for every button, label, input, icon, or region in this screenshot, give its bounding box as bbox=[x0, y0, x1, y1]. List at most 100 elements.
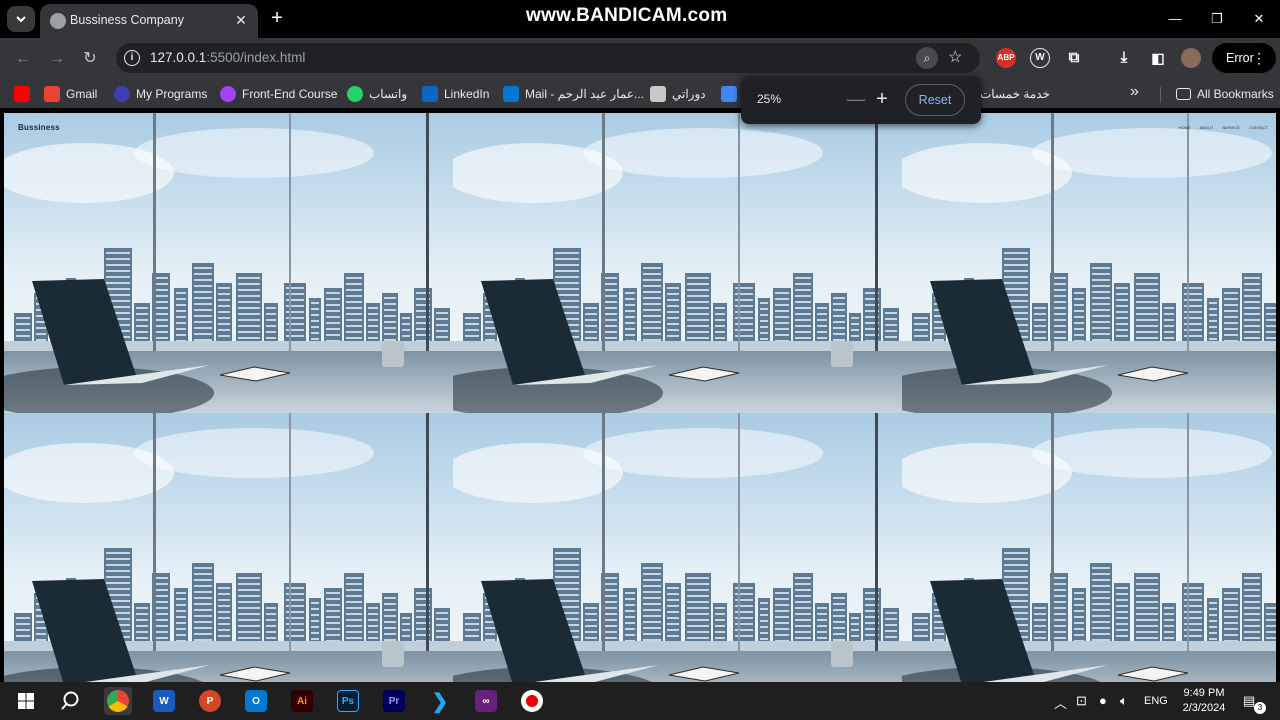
bookmark-label: Front-End Course bbox=[242, 87, 338, 101]
globe-icon bbox=[50, 13, 66, 29]
word-icon: W bbox=[153, 690, 175, 712]
start-button[interactable] bbox=[12, 687, 40, 715]
error-button[interactable]: Error ⋮ bbox=[1212, 43, 1276, 73]
new-tab-button[interactable]: + bbox=[266, 8, 288, 30]
reload-icon[interactable]: ↻ bbox=[77, 46, 103, 72]
bookmark-khamsat[interactable]: خدمة خمسات bbox=[980, 85, 1050, 103]
close-window-icon[interactable]: ✕ bbox=[1238, 0, 1280, 38]
taskbar-vscode[interactable]: ❯ bbox=[426, 687, 454, 715]
close-tab-icon[interactable]: ✕ bbox=[232, 11, 250, 29]
address-bar[interactable]: i 127.0.0.1:5500/index.html ⌕ ☆ bbox=[116, 43, 980, 73]
extension-w-icon[interactable]: W bbox=[1030, 48, 1050, 68]
bookmarks-bar: Gmail My Programs Front-End Course واتسا… bbox=[0, 79, 1280, 108]
clock[interactable]: 9:49 PM 2/3/2024 bbox=[1176, 686, 1232, 716]
bookmark-label: Gmail bbox=[66, 87, 98, 101]
taskbar-bandicam[interactable] bbox=[518, 687, 546, 715]
site-nav-home[interactable]: HOME bbox=[1179, 125, 1191, 130]
hero-tile bbox=[902, 113, 1276, 413]
bookmark-whatsapp[interactable]: واتساب bbox=[347, 85, 407, 103]
forward-icon[interactable]: → bbox=[44, 46, 70, 72]
search-button[interactable] bbox=[56, 687, 84, 715]
zoom-in-button[interactable]: + bbox=[870, 88, 894, 112]
hero-tile bbox=[4, 413, 453, 682]
office-skyline-image bbox=[902, 413, 1276, 682]
taskbar-word[interactable]: W bbox=[150, 687, 178, 715]
meet-now-icon[interactable]: ⊡ bbox=[1076, 693, 1087, 709]
all-bookmarks-label: All Bookmarks bbox=[1197, 87, 1274, 101]
site-info-icon[interactable]: i bbox=[124, 50, 140, 66]
chevron-down-icon bbox=[16, 16, 26, 23]
search-icon bbox=[61, 691, 79, 710]
office-skyline-image bbox=[453, 113, 902, 413]
bookmark-courses[interactable]: دوراتي bbox=[650, 85, 706, 103]
hero-tile bbox=[453, 113, 902, 413]
microphone-icon[interactable]: ● bbox=[1099, 693, 1107, 708]
site-nav-service[interactable]: SERVICE bbox=[1222, 125, 1240, 130]
bookmark-mail[interactable]: Mail - عمار عبد الرحم... bbox=[503, 85, 644, 103]
zoom-out-button[interactable]: — bbox=[844, 88, 868, 112]
all-bookmarks-button[interactable]: All Bookmarks bbox=[1176, 85, 1274, 103]
bookmark-star-icon[interactable]: ☆ bbox=[948, 47, 962, 69]
taskbar-chrome[interactable] bbox=[104, 687, 132, 715]
photoshop-icon: Ps bbox=[337, 690, 359, 712]
side-panel-icon[interactable]: ◧ bbox=[1148, 48, 1168, 68]
minimize-icon[interactable]: — bbox=[1154, 0, 1196, 38]
bookmarks-divider bbox=[1160, 87, 1161, 103]
illustrator-icon: Ai bbox=[291, 690, 313, 712]
bookmark-label: Mail - عمار عبد الرحم... bbox=[525, 87, 644, 101]
linkedin-icon bbox=[422, 86, 438, 102]
site-nav-contact[interactable]: CONTACT bbox=[1249, 125, 1268, 130]
folder-icon bbox=[650, 86, 666, 102]
bookmark-gmail[interactable]: Gmail bbox=[44, 85, 97, 103]
tray-chevron-icon[interactable]: ︿ bbox=[1054, 693, 1067, 712]
tab-search-button[interactable] bbox=[7, 6, 35, 32]
language-indicator[interactable]: ENG bbox=[1144, 695, 1168, 707]
back-icon[interactable]: ← bbox=[10, 46, 36, 72]
windows-icon bbox=[18, 693, 34, 709]
restore-icon[interactable]: ❐ bbox=[1196, 0, 1238, 38]
taskbar-visual-studio[interactable]: ∞ bbox=[472, 687, 500, 715]
clock-date: 2/3/2024 bbox=[1182, 702, 1226, 714]
site-nav: HOME ABOUT SERVICE CONTACT bbox=[1179, 125, 1268, 130]
office-skyline-image bbox=[4, 413, 453, 682]
record-dot bbox=[526, 695, 538, 707]
google-icon bbox=[721, 86, 737, 102]
bookmark-label: خدمة خمسات bbox=[980, 87, 1050, 101]
zoom-reset-button[interactable]: Reset bbox=[905, 84, 965, 116]
taskbar-powerpoint[interactable]: P bbox=[196, 687, 224, 715]
download-icon[interactable]: ⤓ bbox=[1114, 48, 1134, 68]
taskbar-photoshop[interactable]: Ps bbox=[334, 687, 362, 715]
notification-badge: 3 bbox=[1254, 702, 1266, 714]
bookmark-my-programs[interactable]: My Programs bbox=[114, 85, 207, 103]
taskbar-outlook[interactable]: O bbox=[242, 687, 270, 715]
gmail-icon bbox=[44, 86, 60, 102]
record-icon bbox=[521, 690, 543, 712]
zoom-level: 25% bbox=[757, 92, 782, 106]
zoom-indicator-icon[interactable]: ⌕ bbox=[916, 47, 938, 69]
bookmark-linkedin[interactable]: LinkedIn bbox=[422, 85, 489, 103]
web-page: Bussiness HOME ABOUT SERVICE CONTACT bbox=[4, 113, 1276, 682]
url-text: 127.0.0.1:5500/index.html bbox=[150, 50, 305, 65]
bookmarks-overflow-icon[interactable]: » bbox=[1130, 83, 1139, 101]
recorder-watermark: www.BANDICAM.com bbox=[526, 5, 728, 26]
bookmark-google[interactable] bbox=[721, 85, 743, 103]
browser-tab[interactable]: Bussiness Company ✕ bbox=[40, 4, 258, 38]
site-logo[interactable]: Bussiness bbox=[18, 123, 60, 132]
taskbar-premiere[interactable]: Pr bbox=[380, 687, 408, 715]
vscode-icon: ❯ bbox=[431, 690, 449, 713]
profile-avatar[interactable] bbox=[1181, 48, 1201, 68]
bookmark-youtube[interactable] bbox=[14, 85, 36, 103]
tab-strip: Bussiness Company ✕ + www.BANDICAM.com —… bbox=[0, 0, 1280, 38]
taskbar-illustrator[interactable]: Ai bbox=[288, 687, 316, 715]
screen: Bussiness Company ✕ + www.BANDICAM.com —… bbox=[0, 0, 1280, 720]
site-nav-about[interactable]: ABOUT bbox=[1200, 125, 1214, 130]
outlook-icon: O bbox=[245, 690, 267, 712]
adblock-plus-icon[interactable]: ABP bbox=[996, 48, 1016, 68]
extensions-puzzle-icon[interactable]: ⧉ bbox=[1064, 48, 1084, 68]
bookmark-front-end-course[interactable]: Front-End Course bbox=[220, 85, 337, 103]
youtube-icon bbox=[14, 86, 30, 102]
url-host: 127.0.0.1 bbox=[150, 50, 207, 65]
whatsapp-icon bbox=[347, 86, 363, 102]
powerpoint-icon: P bbox=[199, 690, 221, 712]
volume-icon[interactable]: 🔈︎ bbox=[1120, 693, 1128, 709]
